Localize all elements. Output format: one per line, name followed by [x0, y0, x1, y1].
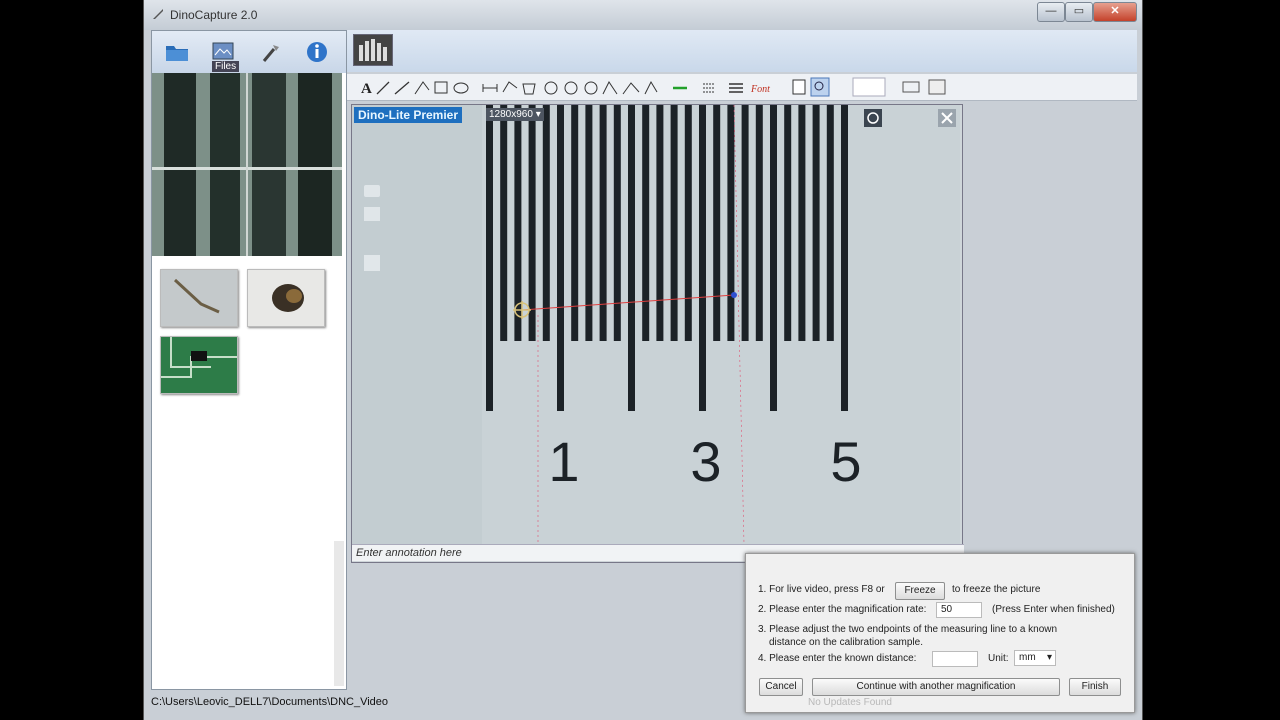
- ruler-tick: [727, 105, 735, 341]
- live-image[interactable]: 1 3 5: [352, 105, 960, 544]
- ruler-tick: [798, 105, 806, 341]
- magnification-input[interactable]: 50: [936, 602, 982, 618]
- microscope-viewer[interactable]: 1 3 5 Dino-Lite Premier 1280x960 ▾ Enter…: [351, 104, 964, 563]
- ruler-tick: [557, 105, 564, 411]
- ruler-tick: [613, 105, 621, 341]
- unit-label: Unit:: [988, 653, 1009, 664]
- freeze-button[interactable]: Freeze: [895, 582, 945, 600]
- ruler-tick: [741, 105, 749, 341]
- calibration-dialog: 1. For live video, press F8 or Freeze to…: [745, 553, 1135, 713]
- ruler-tick: [684, 105, 692, 341]
- compare-overlay-icon[interactable]: [364, 255, 380, 271]
- ruler-tick: [755, 105, 763, 341]
- ruler-tick: [514, 105, 522, 341]
- files-tab-label[interactable]: Files: [212, 61, 240, 72]
- measure-endpoint[interactable]: [731, 292, 737, 298]
- known-distance-input[interactable]: [932, 651, 978, 667]
- bee-image: [248, 270, 324, 326]
- camera-overlay-icon[interactable]: [364, 185, 380, 197]
- info-icon[interactable]: [302, 37, 332, 67]
- thumbnail-preview[interactable]: [152, 73, 342, 256]
- drawing-toolbar: A Font: [347, 74, 1137, 101]
- capture-toolbar: [347, 30, 1137, 72]
- left-toolbar: Files: [152, 31, 346, 73]
- ruler-tick: [500, 105, 508, 341]
- ruler-tick: [486, 105, 493, 411]
- file-browser-panel: Files: [151, 30, 347, 690]
- status-bar-path: C:\Users\Leovic_DELL7\Documents\DNC_Vide…: [151, 696, 389, 708]
- ruler-tick: [770, 105, 777, 411]
- app-icon: [153, 9, 163, 19]
- step3-text-cont: distance on the calibration sample.: [769, 637, 923, 648]
- ruler-tick: [713, 105, 721, 341]
- ruler-tick: [826, 105, 834, 341]
- viewer-title: Dino-Lite Premier: [354, 107, 463, 123]
- scale-number-3: 3: [690, 430, 721, 493]
- ruler-tick: [670, 105, 678, 341]
- ruler-tick: [542, 105, 550, 341]
- resolution-dropdown[interactable]: 1280x960 ▾: [486, 108, 544, 121]
- thumbnail-bee[interactable]: [247, 269, 325, 327]
- ruler-tick: [628, 105, 635, 411]
- unit-select[interactable]: mm ▾: [1014, 650, 1056, 666]
- step1-text-pre: 1. For live video, press F8 or: [758, 584, 885, 595]
- window-title: DinoCapture 2.0: [170, 8, 258, 22]
- step4-label: 4. Please enter the known distance:: [758, 653, 917, 664]
- unit-value: mm: [1019, 652, 1036, 663]
- ruler-tick: [784, 105, 792, 341]
- svg-text:Font: Font: [750, 84, 770, 95]
- step1-text-post: to freeze the picture: [952, 584, 1041, 595]
- title-bar[interactable]: DinoCapture 2.0 — ▭ ✕: [144, 0, 1142, 30]
- close-button[interactable]: ✕: [1093, 2, 1137, 22]
- ruler-tick: [656, 105, 664, 341]
- left-panel-scrollbar[interactable]: [334, 541, 344, 686]
- maximize-button[interactable]: ▭: [1065, 2, 1093, 22]
- insect-leg-image: [161, 270, 237, 326]
- preview-image: [152, 73, 342, 256]
- thumbnail-circuit-board[interactable]: [160, 336, 238, 394]
- histogram-icon[interactable]: [353, 34, 393, 66]
- ruler-tick: [841, 105, 848, 411]
- drawing-tools-icons: A Font: [361, 77, 946, 97]
- step2-hint: (Press Enter when finished): [992, 604, 1115, 615]
- ruler-tick: [699, 105, 706, 411]
- crop-overlay-icon[interactable]: [364, 207, 380, 221]
- svg-text:A: A: [361, 81, 372, 97]
- step3-text: 3. Please adjust the two endpoints of th…: [758, 624, 1058, 635]
- ruler-tick: [642, 105, 650, 341]
- app-window: DinoCapture 2.0 — ▭ ✕ Files A Font 1 3 5…: [143, 0, 1143, 720]
- ruler-tick: [528, 105, 536, 341]
- step2-label: 2. Please enter the magnification rate:: [758, 604, 927, 615]
- circuit-board-image: [161, 337, 237, 393]
- tools-icon[interactable]: [256, 37, 286, 67]
- viewer-settings-icon[interactable]: [864, 109, 882, 127]
- ruler-tick: [812, 105, 820, 341]
- resolution-value: 1280x960: [489, 109, 533, 120]
- scale-number-5: 5: [830, 430, 861, 493]
- folder-icon[interactable]: [162, 37, 192, 67]
- scale-number-1: 1: [548, 430, 579, 493]
- ruler-tick: [599, 105, 607, 341]
- minimize-button[interactable]: —: [1037, 2, 1065, 22]
- thumbnail-insect-leg[interactable]: [160, 269, 238, 327]
